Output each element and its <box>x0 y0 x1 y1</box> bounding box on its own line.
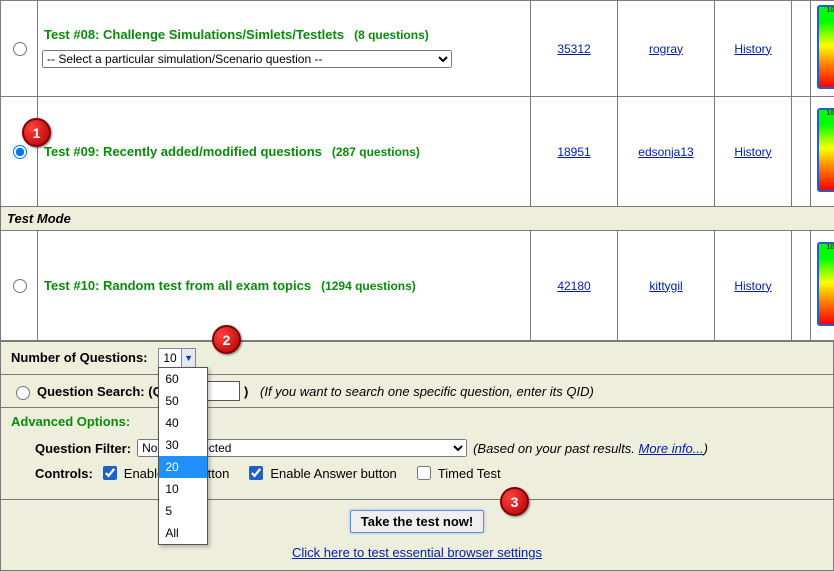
num-questions-option[interactable]: 40 <box>159 412 207 434</box>
num-questions-option[interactable]: 20 <box>159 456 207 478</box>
table-row: Test #10: Random test from all exam topi… <box>1 231 834 341</box>
test-title: Test #08: Challenge Simulations/Simlets/… <box>44 27 344 42</box>
test-title: Test #10: Random test from all exam topi… <box>44 278 311 293</box>
table-row: Test #09: Recently added/modified questi… <box>1 97 834 207</box>
simulation-select[interactable]: -- Select a particular simulation/Scenar… <box>42 50 452 68</box>
timed-test-checkbox[interactable] <box>417 466 431 480</box>
num-questions-row: Number of Questions: 10 ▼ 6050403020105A… <box>1 341 833 374</box>
controls-label: Controls: <box>35 466 93 481</box>
options-block: Number of Questions: 10 ▼ 6050403020105A… <box>0 341 834 571</box>
filter-label: Question Filter: <box>35 441 131 456</box>
table-row: Test #08: Challenge Simulations/Simlets/… <box>1 1 834 97</box>
annotation-badge-1: 1 <box>22 118 51 147</box>
num-questions-option[interactable]: 10 <box>159 478 207 500</box>
test-08-radio[interactable] <box>13 42 27 56</box>
annotation-badge-2: 2 <box>212 325 241 354</box>
annotation-badge-3: 3 <box>500 487 529 516</box>
submit-row: Take the test now! Click here to test es… <box>1 499 833 570</box>
num-questions-dropdown[interactable]: 6050403020105All <box>158 367 208 545</box>
num-questions-label: Number of Questions: <box>11 350 148 365</box>
user-link[interactable]: kittygil <box>649 279 682 293</box>
question-count: (8 questions) <box>354 28 429 42</box>
score-meter: 100 <box>817 108 834 192</box>
qid-hint: (If you want to search one specific ques… <box>260 384 594 399</box>
browser-settings-link[interactable]: Click here to test essential browser set… <box>11 545 823 560</box>
qid-link[interactable]: 18951 <box>557 145 590 159</box>
num-questions-option[interactable]: 50 <box>159 390 207 412</box>
more-info-link[interactable]: More info... <box>639 441 704 456</box>
question-count: (287 questions) <box>332 145 420 159</box>
enable-answer-checkbox[interactable] <box>249 466 263 480</box>
user-link[interactable]: edsonja13 <box>638 145 693 159</box>
qid-link[interactable]: 35312 <box>557 42 590 56</box>
section-header-row: Test Mode <box>1 207 834 231</box>
score-meter: 100 <box>817 242 834 326</box>
chevron-down-icon: ▼ <box>181 349 196 367</box>
score-meter: 100 <box>817 5 834 89</box>
test-10-radio[interactable] <box>13 279 27 293</box>
num-questions-option[interactable]: 60 <box>159 368 207 390</box>
enable-exit-checkbox[interactable] <box>103 466 117 480</box>
advanced-options: Advanced Options: Question Filter: No fi… <box>1 407 833 499</box>
history-link[interactable]: History <box>734 42 771 56</box>
test-09-radio[interactable] <box>13 145 27 159</box>
history-link[interactable]: History <box>734 145 771 159</box>
question-search-row: Question Search: (QID: ) (If you want to… <box>1 374 833 407</box>
advanced-title: Advanced Options: <box>11 414 823 429</box>
user-link[interactable]: rogray <box>649 42 683 56</box>
num-questions-select[interactable]: 10 ▼ <box>158 348 196 368</box>
section-header: Test Mode <box>1 207 834 231</box>
history-link[interactable]: History <box>734 279 771 293</box>
test-title: Test #09: Recently added/modified questi… <box>44 144 322 159</box>
num-questions-option[interactable]: All <box>159 522 207 544</box>
num-questions-option[interactable]: 5 <box>159 500 207 522</box>
question-search-radio[interactable] <box>16 386 30 400</box>
test-selection-table: Test #08: Challenge Simulations/Simlets/… <box>0 0 834 341</box>
question-count: (1294 questions) <box>321 279 416 293</box>
num-questions-option[interactable]: 30 <box>159 434 207 456</box>
qid-link[interactable]: 42180 <box>557 279 590 293</box>
take-test-button[interactable]: Take the test now! <box>350 510 484 533</box>
